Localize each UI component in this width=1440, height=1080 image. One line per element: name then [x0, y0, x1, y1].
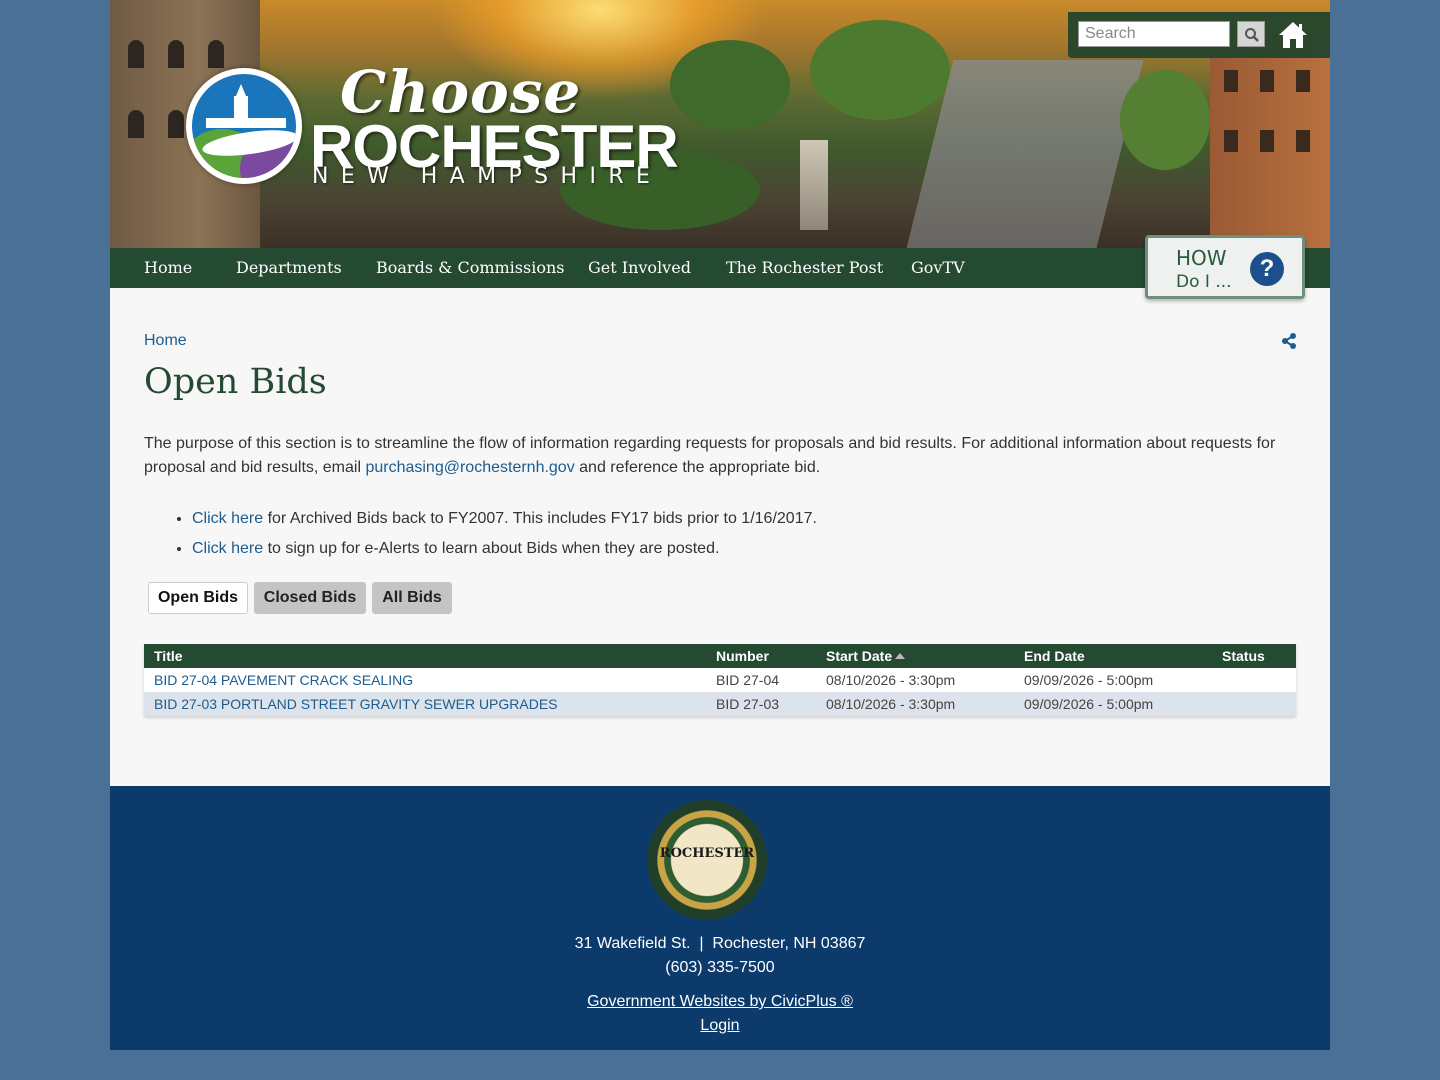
- bid-start-date-cell: 08/10/2026 - 3:30pm: [816, 692, 1014, 716]
- intro-paragraph: The purpose of this section is to stream…: [144, 432, 1294, 480]
- bid-title-cell: BID 27-03 PORTLAND STREET GRAVITY SEWER …: [144, 692, 706, 716]
- archived-bids-link[interactable]: Click here: [192, 510, 263, 527]
- footer-phone: (603) 335-7500: [665, 959, 775, 976]
- sort-ascending-icon: [895, 653, 906, 659]
- tab-all-bids[interactable]: All Bids: [372, 582, 452, 614]
- search-icon: [1245, 28, 1259, 42]
- footer-address: 31 Wakefield St. | Rochester, NH 03867: [574, 935, 866, 952]
- bid-title-cell: BID 27-04 PAVEMENT CRACK SEALING: [144, 668, 706, 692]
- bids-table: Title Number Start Date End Date Status …: [144, 644, 1296, 716]
- column-header-start-date[interactable]: Start Date: [816, 644, 1014, 668]
- footer: ROCHESTER 31 Wakefield St. | Rochester, …: [110, 786, 1330, 1050]
- footer-links: Government Websites by CivicPlus ® Login: [110, 990, 1330, 1038]
- question-icon: ?: [1250, 252, 1284, 286]
- list-item-text: to sign up for e-Alerts to learn about B…: [263, 540, 720, 557]
- search-button[interactable]: [1237, 21, 1265, 47]
- banner-tree: [1120, 70, 1210, 170]
- e-alerts-link[interactable]: Click here: [192, 540, 263, 557]
- list-item: Click here to sign up for e-Alerts to le…: [192, 534, 817, 564]
- table-header-row: Title Number Start Date End Date Status: [144, 644, 1296, 668]
- column-header-title[interactable]: Title: [144, 644, 706, 668]
- info-list: Click here for Archived Bids back to FY2…: [158, 504, 817, 564]
- nav-item-boards-commissions[interactable]: Boards & Commissions: [376, 248, 564, 288]
- how-do-i-label-line2: Do I ...: [1176, 272, 1232, 292]
- tab-open-bids[interactable]: Open Bids: [148, 582, 248, 614]
- list-item-text: for Archived Bids back to FY2007. This i…: [263, 510, 817, 527]
- brand-new-hampshire: NEW HAMPSHIRE: [312, 164, 663, 189]
- banner-tree: [810, 20, 950, 120]
- tab-closed-bids[interactable]: Closed Bids: [254, 582, 366, 614]
- seal-text: ROCHESTER: [659, 846, 755, 861]
- search-input[interactable]: [1078, 21, 1230, 47]
- bid-status-cell: [1212, 668, 1296, 692]
- how-do-i-label-line1: HOW: [1176, 246, 1227, 270]
- bid-status-cell: [1212, 692, 1296, 716]
- how-do-i-button[interactable]: HOW Do I ... ?: [1145, 235, 1305, 299]
- nav-item-get-involved[interactable]: Get Involved: [588, 248, 691, 288]
- breadcrumb-home[interactable]: Home: [144, 332, 187, 350]
- nav-item-home[interactable]: Home: [144, 248, 192, 288]
- share-icon[interactable]: [1280, 332, 1298, 350]
- page-title: Open Bids: [144, 362, 327, 402]
- nav-item-departments[interactable]: Departments: [236, 248, 342, 288]
- banner-tree: [670, 40, 790, 130]
- nav-item-rochester-post[interactable]: The Rochester Post: [726, 248, 883, 288]
- bid-end-date-cell: 09/09/2026 - 5:00pm: [1014, 668, 1212, 692]
- bid-title-link[interactable]: BID 27-04 PAVEMENT CRACK SEALING: [154, 672, 413, 688]
- list-item: Click here for Archived Bids back to FY2…: [192, 504, 817, 534]
- bid-number-cell: BID 27-03: [706, 692, 816, 716]
- column-header-status[interactable]: Status: [1212, 644, 1296, 668]
- footer-contact: 31 Wakefield St. | Rochester, NH 03867 (…: [110, 932, 1330, 980]
- column-header-end-date[interactable]: End Date: [1014, 644, 1212, 668]
- page-container: Choose ROCHESTER NEW HAMPSHIRE Home Depa…: [110, 0, 1330, 1050]
- nav-item-govtv[interactable]: GovTV: [911, 248, 965, 288]
- bid-number-cell: BID 27-04: [706, 668, 816, 692]
- table-row: BID 27-03 PORTLAND STREET GRAVITY SEWER …: [144, 692, 1296, 716]
- intro-text-end: and reference the appropriate bid.: [574, 459, 821, 476]
- banner-monument: [800, 140, 828, 230]
- civicplus-link[interactable]: Government Websites by CivicPlus ®: [587, 993, 853, 1010]
- city-seal: ROCHESTER: [647, 800, 767, 920]
- banner-building-right: [1210, 40, 1330, 248]
- bid-end-date-cell: 09/09/2026 - 5:00pm: [1014, 692, 1212, 716]
- home-icon[interactable]: [1277, 20, 1309, 50]
- column-header-start-date-label: Start Date: [826, 648, 893, 664]
- table-row: BID 27-04 PAVEMENT CRACK SEALING BID 27-…: [144, 668, 1296, 692]
- bid-title-link[interactable]: BID 27-03 PORTLAND STREET GRAVITY SEWER …: [154, 696, 558, 712]
- bid-start-date-cell: 08/10/2026 - 3:30pm: [816, 668, 1014, 692]
- city-logo[interactable]: [186, 68, 302, 184]
- column-header-number[interactable]: Number: [706, 644, 816, 668]
- purchasing-email-link[interactable]: purchasing@rochesternh.gov: [365, 459, 574, 476]
- login-link[interactable]: Login: [700, 1017, 739, 1034]
